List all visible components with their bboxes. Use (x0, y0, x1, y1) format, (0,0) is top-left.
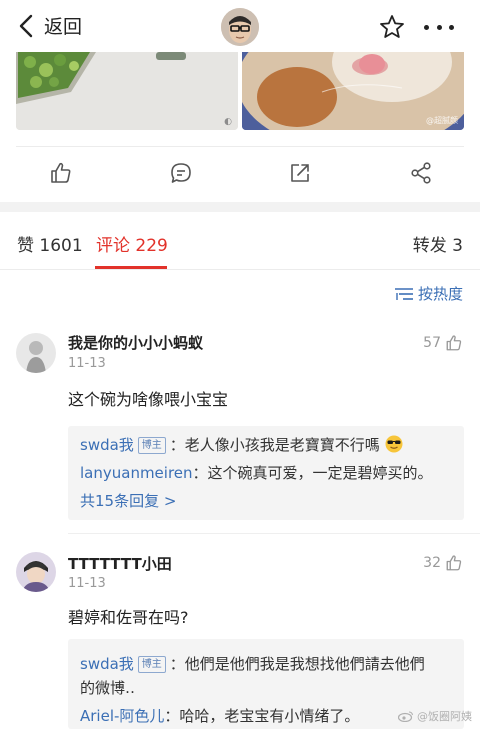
commenter-avatar[interactable] (16, 333, 56, 373)
post-image-right[interactable]: @超腻颜 (242, 52, 464, 130)
section-gap (0, 202, 480, 212)
star-icon[interactable] (379, 14, 405, 40)
avatar-image-2 (16, 552, 56, 592)
post-image-left[interactable]: ◐ (16, 52, 238, 130)
share-out-icon[interactable] (288, 161, 312, 185)
top-bar: 返回 (0, 0, 480, 52)
reply-line: swda我 博主 ：他們是他們我是我想找他們請去他們 (80, 653, 425, 674)
more-replies-row: 共15条回复 > (80, 490, 176, 511)
tab-bar: 赞 1601 评论 229 转发 3 (0, 212, 480, 270)
tab-comments[interactable]: 评论 229 (96, 231, 168, 256)
divider (68, 533, 480, 534)
sort-label: 按热度 (417, 285, 463, 303)
sort-lines-icon (394, 287, 413, 300)
back-button[interactable]: 返回 (18, 12, 82, 39)
commenter-name[interactable]: TTTTTTT小田 (68, 553, 172, 574)
author-badge: 博主 (137, 656, 166, 673)
comment-time: 11-13 (68, 576, 106, 591)
author-badge: 博主 (137, 437, 166, 454)
share-nodes-icon[interactable] (409, 161, 433, 185)
more-replies-link[interactable]: 共15条回复 > (80, 492, 176, 510)
comment-text: 这个碗为啥像喂小宝宝 (68, 390, 229, 409)
active-tab-indicator (95, 266, 167, 269)
tab-likes[interactable]: 赞 1601 (17, 231, 83, 256)
reply-user[interactable]: swda我 (80, 655, 134, 673)
weibo-logo-icon (398, 711, 414, 722)
reply-text: ：这个碗真可爱，一定是碧婷买的。 (192, 464, 433, 482)
commenter-avatar[interactable] (16, 552, 56, 592)
back-label: 返回 (44, 16, 83, 38)
photo-watermark-left: ◐ (224, 117, 232, 127)
like-count: 57 (423, 335, 441, 351)
reply-line: Ariel-阿色儿：哈哈，老宝宝有小情绪了。 (80, 705, 359, 726)
reply-user[interactable]: Ariel-阿色儿 (80, 707, 164, 725)
comment-like-button[interactable]: 57 (423, 334, 463, 352)
like-count: 32 (423, 555, 441, 571)
sunglasses-emoji-icon (385, 435, 403, 453)
reply-line: lanyuanmeiren：这个碗真可爱，一定是碧婷买的。 (80, 462, 433, 483)
post-action-bar (0, 147, 480, 199)
comment-text: 碧婷和佐哥在吗? (68, 608, 189, 627)
watermark-text: @饭圈阿姨 (417, 710, 472, 723)
reply-line: swda我 博主 ：老人像小孩我是老寶寶不行嗎 (80, 434, 403, 455)
reply-text: ：哈哈，老宝宝有小情绪了。 (164, 707, 360, 725)
more-dots-icon[interactable] (424, 14, 454, 40)
comment-icon[interactable] (169, 161, 193, 185)
reply-user[interactable]: lanyuanmeiren (80, 464, 193, 482)
reply-line-continued: 的微博‥ (80, 677, 135, 698)
thumb-up-icon[interactable] (49, 161, 73, 185)
back-chevron-icon (19, 14, 33, 37)
comment-like-button[interactable]: 32 (423, 554, 463, 572)
reply-text: ：老人像小孩我是老寶寶不行嗎 (169, 436, 380, 454)
reply-user[interactable]: swda我 (80, 436, 134, 454)
reply-box: swda我 博主 ：老人像小孩我是老寶寶不行嗎 lanyuanmeiren：这个碗真… (68, 426, 464, 520)
commenter-name[interactable]: 我是你的小小小蚂蚁 (68, 332, 203, 353)
thumb-up-icon (446, 555, 462, 571)
weibo-watermark: @饭圈阿姨 (398, 708, 472, 724)
photo-watermark-right: @超腻颜 (426, 116, 458, 125)
comment-time: 11-13 (68, 356, 106, 371)
food-tray-image (16, 52, 238, 130)
reply-text-continued: 的微博‥ (80, 679, 136, 697)
thumb-up-icon (446, 335, 462, 351)
sort-button[interactable]: 按热度 (394, 283, 463, 304)
author-avatar[interactable] (221, 8, 259, 46)
tab-reposts[interactable]: 转发 3 (413, 231, 463, 256)
reply-text: ：他們是他們我是我想找他們請去他們 (169, 655, 425, 673)
author-avatar-image (221, 8, 259, 46)
avatar-image-1 (16, 333, 56, 373)
